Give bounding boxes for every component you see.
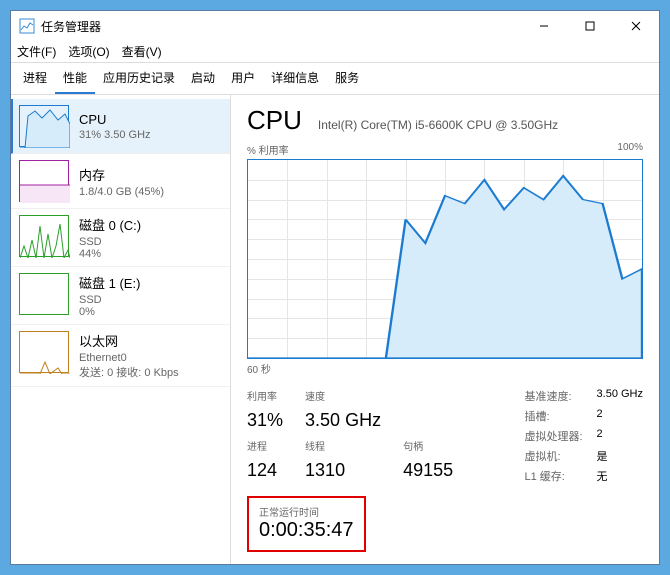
tab-processes[interactable]: 进程 xyxy=(15,63,55,94)
sidebar-cpu-title: CPU xyxy=(79,112,151,127)
tab-services[interactable]: 服务 xyxy=(327,63,367,94)
content-body: CPU 31% 3.50 GHz 内存 1.8/4.0 GB (45%) xyxy=(11,95,659,564)
sidebar-disk1-sub2: 0% xyxy=(79,306,140,318)
sidebar-memory-title: 内存 xyxy=(79,165,164,184)
tab-details[interactable]: 详细信息 xyxy=(263,63,327,94)
sidebar-disk1-title: 磁盘 1 (E:) xyxy=(79,273,140,292)
util-value: 31% xyxy=(247,410,283,434)
sidebar-disk0-sub2: 44% xyxy=(79,248,141,260)
logical-label: 虚拟处理器: xyxy=(524,428,582,444)
main-title: CPU xyxy=(247,105,302,136)
logical-value: 2 xyxy=(597,428,643,444)
cpu-mini-chart xyxy=(19,105,69,147)
sidebar-disk1-sub: SSD xyxy=(79,294,140,306)
thread-value: 1310 xyxy=(305,460,381,484)
menu-file[interactable]: 文件(F) xyxy=(17,43,56,60)
sidebar-cpu-sub: 31% 3.50 GHz xyxy=(79,129,151,141)
speed-label: 速度 xyxy=(305,388,381,406)
main-panel: CPU Intel(R) Core(TM) i5-6600K CPU @ 3.5… xyxy=(231,95,659,564)
stats-block: 利用率 速度 31% 3.50 GHz 进程 线程 句柄 124 1310 49… xyxy=(247,388,643,484)
tab-apphistory[interactable]: 应用历史记录 xyxy=(95,63,183,94)
sidebar-memory-sub: 1.8/4.0 GB (45%) xyxy=(79,186,164,198)
thread-label: 线程 xyxy=(305,438,381,456)
sidebar-item-cpu[interactable]: CPU 31% 3.50 GHz xyxy=(11,99,230,154)
sockets-value: 2 xyxy=(597,408,643,424)
maximize-button[interactable] xyxy=(567,11,613,41)
menu-view[interactable]: 查看(V) xyxy=(122,43,162,60)
chart-x-label: 60 秒 xyxy=(247,361,643,376)
handle-value: 49155 xyxy=(403,460,453,484)
disk0-mini-chart xyxy=(19,215,69,257)
handle-label: 句柄 xyxy=(403,438,453,456)
sidebar-item-disk1[interactable]: 磁盘 1 (E:) SSD 0% xyxy=(11,267,230,325)
proc-value: 124 xyxy=(247,460,283,484)
chart-y-max: 100% xyxy=(617,142,643,157)
sidebar-eth-sub: Ethernet0 xyxy=(79,352,179,364)
virt-value: 是 xyxy=(597,448,643,464)
speed-value: 3.50 GHz xyxy=(305,410,381,434)
l1-value: 无 xyxy=(597,468,643,484)
window-controls xyxy=(521,11,659,41)
menu-bar: 文件(F) 选项(O) 查看(V) xyxy=(11,41,659,63)
performance-sidebar: CPU 31% 3.50 GHz 内存 1.8/4.0 GB (45%) xyxy=(11,95,231,564)
sidebar-item-ethernet[interactable]: 以太网 Ethernet0 发送: 0 接收: 0 Kbps xyxy=(11,325,230,387)
task-manager-window: 任务管理器 文件(F) 选项(O) 查看(V) 进程 性能 应用历史记录 启动 … xyxy=(10,10,660,565)
util-label: 利用率 xyxy=(247,388,283,406)
sidebar-disk0-sub: SSD xyxy=(79,236,141,248)
tab-startup[interactable]: 启动 xyxy=(183,63,223,94)
proc-label: 进程 xyxy=(247,438,283,456)
main-subtitle: Intel(R) Core(TM) i5-6600K CPU @ 3.50GHz xyxy=(318,118,558,132)
sidebar-eth-sub2: 发送: 0 接收: 0 Kbps xyxy=(79,364,179,380)
sidebar-item-disk0[interactable]: 磁盘 0 (C:) SSD 44% xyxy=(11,209,230,267)
uptime-value: 0:00:35:47 xyxy=(259,519,354,542)
chart-y-label: % 利用率 xyxy=(247,142,289,157)
basespeed-value: 3.50 GHz xyxy=(597,388,643,404)
titlebar[interactable]: 任务管理器 xyxy=(11,11,659,41)
l1-label: L1 缓存: xyxy=(524,468,582,484)
sidebar-item-memory[interactable]: 内存 1.8/4.0 GB (45%) xyxy=(11,154,230,209)
uptime-highlight: 正常运行时间 0:00:35:47 xyxy=(247,496,366,552)
basespeed-label: 基准速度: xyxy=(524,388,582,404)
tab-users[interactable]: 用户 xyxy=(223,63,263,94)
virt-label: 虚拟机: xyxy=(524,448,582,464)
window-title: 任务管理器 xyxy=(41,18,521,35)
app-icon xyxy=(19,18,35,34)
ethernet-mini-chart xyxy=(19,331,69,373)
menu-options[interactable]: 选项(O) xyxy=(68,43,109,60)
cpu-utilization-chart[interactable] xyxy=(247,159,643,359)
close-button[interactable] xyxy=(613,11,659,41)
sidebar-eth-title: 以太网 xyxy=(79,331,179,350)
sidebar-disk0-title: 磁盘 0 (C:) xyxy=(79,215,141,234)
uptime-label: 正常运行时间 xyxy=(259,504,354,519)
sockets-label: 插槽: xyxy=(524,408,582,424)
tab-bar: 进程 性能 应用历史记录 启动 用户 详细信息 服务 xyxy=(11,63,659,95)
tab-performance[interactable]: 性能 xyxy=(55,63,95,94)
disk1-mini-chart xyxy=(19,273,69,315)
memory-mini-chart xyxy=(19,160,69,202)
minimize-button[interactable] xyxy=(521,11,567,41)
